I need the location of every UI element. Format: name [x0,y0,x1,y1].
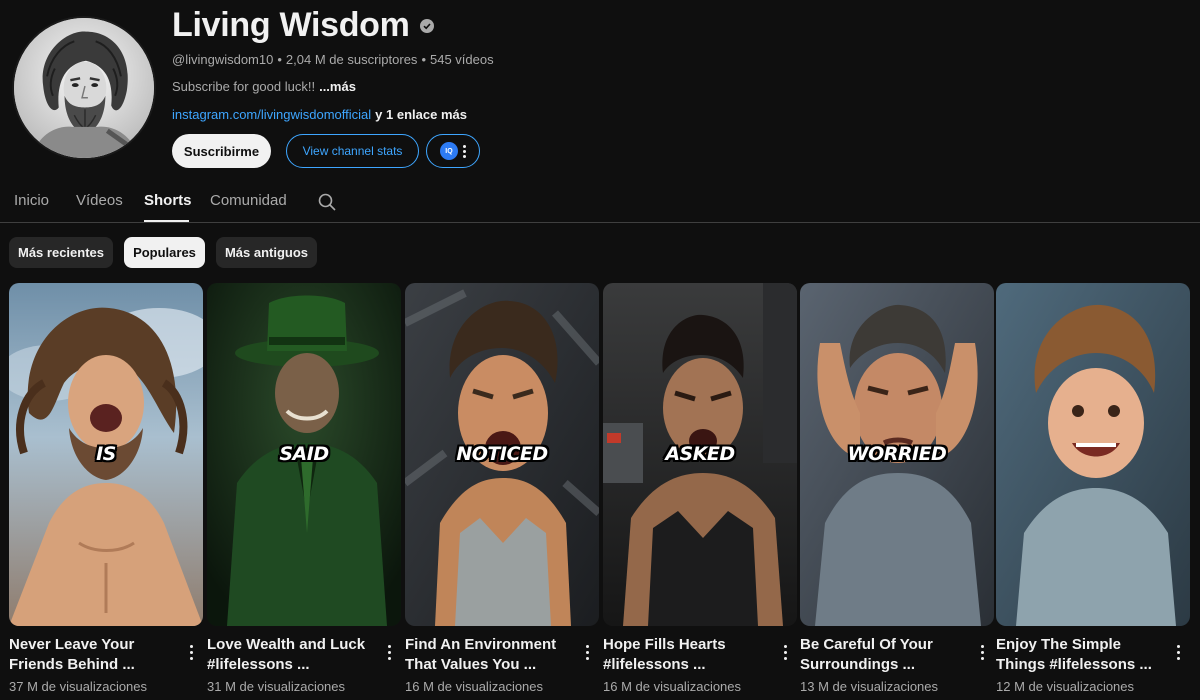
short-views: 13 M de visualizaciones [800,679,939,694]
kebab-menu-icon [463,144,466,158]
thumbnail-caption: SAID [279,443,329,465]
short-title[interactable]: Hope Fills Hearts #lifelessons ... [603,635,771,675]
short-title[interactable]: Enjoy The Simple Things #lifelessons ... [996,635,1164,675]
short-title-line: Love Wealth and Luck [207,636,366,653]
short-thumbnail[interactable]: IS [9,283,203,626]
thumbnail-caption: IS [96,443,116,465]
short-title-line: Hope Fills Hearts [603,636,726,653]
thumbnail-caption: ASKED [665,443,735,465]
short-card[interactable]: IS Never Leave Your Friends Behind ... 3… [9,283,203,700]
short-views: 31 M de visualizaciones [207,679,346,694]
short-views: 16 M de visualizaciones [603,679,742,694]
short-title-line: That Values You ... [405,656,537,673]
short-views: 16 M de visualizaciones [405,679,544,694]
short-thumbnail[interactable] [996,283,1190,626]
kebab-menu-icon[interactable] [183,643,199,661]
description-more-link[interactable]: ...más [319,79,356,94]
thumbnail-caption: NOTICED [456,443,548,465]
short-title[interactable]: Never Leave Your Friends Behind ... [9,635,177,675]
short-title[interactable]: Love Wealth and Luck #lifelessons ... [207,635,375,675]
short-title-line: #lifelessons ... [207,656,310,673]
channel-header: Living Wisdom @livingwisdom10 • 2,04 M d… [0,0,1200,180]
channel-description[interactable]: Subscribe for good luck!! ...más [172,79,356,94]
short-title-line: #lifelessons ... [603,656,706,673]
active-tab-indicator [144,220,189,222]
verified-check-icon [419,18,434,33]
thumbnail-caption: WORRIED [847,443,947,465]
channel-name: Living Wisdom [172,6,434,45]
tab-inicio[interactable]: Inicio [14,192,49,209]
kebab-menu-icon[interactable] [974,643,990,661]
short-card[interactable]: SAID Love Wealth and Luck #lifelessons .… [207,283,401,700]
tab-shorts[interactable]: Shorts [144,192,192,209]
video-count: 545 vídeos [430,52,494,67]
short-title[interactable]: Find An Environment That Values You ... [405,635,573,675]
more-links-button[interactable]: y 1 enlace más [375,107,467,122]
short-thumbnail[interactable]: ASKED [603,283,797,626]
kebab-menu-icon[interactable] [381,643,397,661]
channel-meta: @livingwisdom10 • 2,04 M de suscriptores… [172,52,494,67]
description-text: Subscribe for good luck!! [172,79,316,94]
short-title-line: Surroundings ... [800,656,915,673]
meta-separator: • [277,52,282,67]
tab-videos[interactable]: Vídeos [76,192,123,209]
kebab-menu-icon[interactable] [1170,643,1186,661]
short-title-line: Friends Behind ... [9,656,135,673]
short-title-line: Things #lifelessons ... [996,656,1152,673]
channel-links: instagram.com/livingwisdomofficial y 1 en… [172,107,467,122]
kebab-menu-icon[interactable] [579,643,595,661]
short-card[interactable]: NOTICED Find An Environment That Values … [405,283,599,700]
instagram-link[interactable]: instagram.com/livingwisdomofficial [172,107,371,122]
short-card[interactable]: ASKED Hope Fills Hearts #lifelessons ...… [603,283,797,700]
filter-chip-recent[interactable]: Más recientes [9,237,113,268]
subscriber-count: 2,04 M de suscriptores [285,52,418,67]
channel-avatar[interactable] [12,16,156,160]
short-thumbnail[interactable]: SAID [207,283,401,626]
channel-tabs: Inicio Vídeos Shorts Comunidad [0,180,1200,223]
short-title-line: Enjoy The Simple [996,636,1122,653]
filter-chip-popular[interactable]: Populares [124,237,205,268]
short-title[interactable]: Be Careful Of Your Surroundings ... [800,635,968,675]
channel-name-text: Living Wisdom [172,6,410,44]
short-title-line: Never Leave Your [9,636,135,653]
short-card[interactable]: WORRIED Be Careful Of Your Surroundings … [800,283,994,700]
iq-extension-button[interactable]: IQ [426,134,480,168]
short-title-line: Find An Environment [405,636,557,653]
filter-chip-oldest[interactable]: Más antiguos [216,237,317,268]
subscribe-button[interactable]: Suscribirme [172,134,271,168]
short-thumbnail[interactable]: NOTICED [405,283,599,626]
search-icon[interactable] [317,192,337,212]
meta-separator: • [421,52,426,67]
short-views: 12 M de visualizaciones [996,679,1135,694]
short-views: 37 M de visualizaciones [9,679,148,694]
short-title-line: Be Careful Of Your [800,636,933,653]
view-channel-stats-button[interactable]: View channel stats [286,134,419,168]
channel-handle: @livingwisdom10 [172,52,274,67]
kebab-menu-icon[interactable] [777,643,793,661]
tab-comunidad[interactable]: Comunidad [210,192,287,209]
short-card[interactable]: Enjoy The Simple Things #lifelessons ...… [996,283,1190,700]
iq-extension-icon: IQ [440,142,458,160]
short-thumbnail[interactable]: WORRIED [800,283,994,626]
